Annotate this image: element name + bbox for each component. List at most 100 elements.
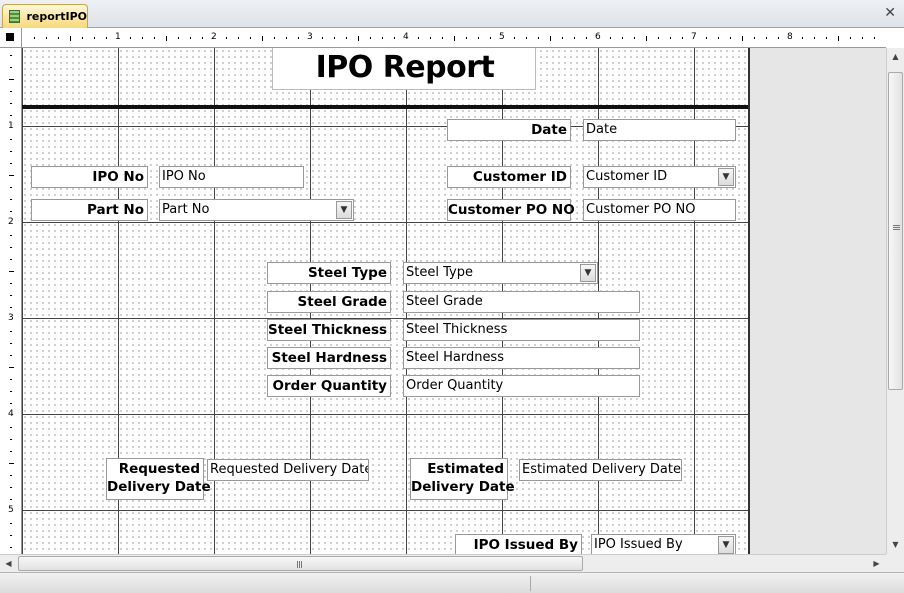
ruler-tick — [766, 37, 767, 39]
ruler-number: 4 — [8, 409, 14, 419]
steel-thickness-field[interactable]: Steel Thickness — [403, 319, 640, 341]
ipo-no-label[interactable]: IPO No — [31, 166, 148, 188]
ruler-tick — [58, 37, 59, 39]
part-no-combo[interactable]: Part No ▼ — [159, 199, 354, 221]
ruler-tick — [478, 37, 479, 39]
ruler-tick — [10, 439, 12, 440]
ruler-tick — [34, 37, 35, 39]
header-divider-line[interactable] — [22, 105, 748, 109]
ruler-tick — [10, 403, 12, 404]
ruler-tick — [658, 37, 659, 39]
scroll-left-icon[interactable]: ◀ — [0, 555, 17, 572]
chevron-down-icon[interactable]: ▼ — [336, 201, 352, 219]
ruler-tick — [238, 37, 239, 39]
ruler-tick — [562, 37, 563, 39]
ruler-tick — [322, 37, 323, 39]
date-field[interactable]: Date — [583, 119, 736, 141]
estimated-delivery-date-label[interactable]: Estimated Delivery Date — [410, 458, 515, 500]
estimated-delivery-date-field[interactable]: Estimated Delivery Date — [519, 459, 682, 481]
ruler-tick — [514, 37, 515, 39]
ruler-tick — [166, 35, 167, 41]
ruler-tick — [610, 37, 611, 39]
ruler-tick — [10, 199, 12, 200]
ruler-number: 5 — [8, 505, 14, 515]
ruler-tick — [574, 37, 575, 39]
report-selector[interactable] — [0, 28, 22, 48]
requested-label-line1: Requested — [118, 461, 200, 477]
chevron-down-icon[interactable]: ▼ — [580, 264, 596, 282]
requested-delivery-date-label[interactable]: Requested Delivery Date — [106, 458, 211, 500]
ruler-tick — [10, 151, 12, 152]
ruler-number: 2 — [8, 217, 14, 227]
customer-po-no-field[interactable]: Customer PO NO — [583, 199, 736, 221]
ruler-tick — [226, 37, 227, 39]
customer-id-combo[interactable]: Customer ID ▼ — [583, 166, 736, 188]
steel-hardness-label[interactable]: Steel Hardness — [267, 347, 391, 369]
requested-delivery-date-field[interactable]: Requested Delivery Date — [207, 459, 369, 481]
ruler-tick — [490, 37, 491, 39]
ruler-tick — [10, 211, 12, 212]
report-design-canvas[interactable]: IPO Report Date Date IPO No IPO No Custo… — [22, 48, 748, 554]
ruler-tick — [106, 37, 107, 39]
ruler-tick — [178, 37, 179, 39]
horizontal-scroll-thumb[interactable] — [18, 556, 583, 571]
steel-type-label[interactable]: Steel Type — [267, 262, 391, 284]
ruler-tick — [10, 139, 12, 140]
ruler-tick — [10, 307, 12, 308]
ruler-tick — [10, 91, 12, 92]
ruler-tick — [10, 355, 12, 356]
ruler-tick — [10, 115, 12, 116]
grid-line — [22, 510, 748, 511]
ipo-issued-by-label[interactable]: IPO Issued By — [455, 534, 582, 554]
steel-grade-field[interactable]: Steel Grade — [403, 291, 640, 313]
ruler-tick — [334, 37, 335, 39]
customer-id-label[interactable]: Customer ID — [447, 166, 571, 188]
scroll-up-icon[interactable]: ▲ — [887, 48, 904, 65]
horizontal-scrollbar[interactable]: ◀ ▶ — [0, 554, 886, 572]
scroll-down-icon[interactable]: ▼ — [887, 536, 904, 553]
ruler-tick — [8, 367, 14, 368]
ipo-no-field[interactable]: IPO No — [159, 166, 304, 188]
part-no-label[interactable]: Part No — [31, 199, 148, 221]
ruler-tick — [862, 37, 863, 39]
ruler-tick — [622, 37, 623, 39]
estimated-label-line2: Delivery Date — [411, 479, 515, 495]
steel-hardness-field[interactable]: Steel Hardness — [403, 347, 640, 369]
grid-line — [22, 414, 748, 415]
page-title: IPO Report — [315, 50, 495, 85]
ruler-tick — [10, 379, 12, 380]
steel-grade-label[interactable]: Steel Grade — [267, 291, 391, 313]
vertical-scrollbar[interactable]: ▲ ▼ — [886, 48, 904, 554]
ipo-issued-by-combo[interactable]: IPO Issued By ▼ — [591, 534, 736, 554]
ruler-tick — [250, 37, 251, 39]
ruler-tick — [634, 37, 635, 39]
date-label[interactable]: Date — [447, 119, 571, 141]
steel-type-combo[interactable]: Steel Type ▼ — [403, 262, 598, 284]
ruler-tick — [8, 79, 14, 80]
ruler-tick — [850, 37, 851, 39]
ruler-tick — [670, 37, 671, 39]
document-tab-strip: reportIPO ✕ — [0, 0, 904, 28]
requested-label-line2: Delivery Date — [107, 479, 211, 495]
scroll-right-icon[interactable]: ▶ — [868, 555, 885, 572]
ruler-tick — [202, 37, 203, 39]
report-outside-area — [748, 48, 886, 554]
chevron-down-icon[interactable]: ▼ — [718, 536, 734, 554]
ruler-tick — [10, 187, 12, 188]
ruler-tick — [154, 37, 155, 39]
title-label-box[interactable]: IPO Report — [272, 48, 536, 90]
steel-type-value: Steel Type — [406, 265, 473, 280]
ruler-tick — [706, 37, 707, 39]
steel-thickness-label[interactable]: Steel Thickness — [267, 319, 391, 341]
ruler-tick — [430, 37, 431, 39]
close-icon[interactable]: ✕ — [884, 5, 896, 21]
ruler-tick — [394, 37, 395, 39]
ruler-number: 7 — [691, 32, 697, 42]
tab-reportipo[interactable]: reportIPO — [2, 4, 88, 28]
order-quantity-label[interactable]: Order Quantity — [267, 375, 391, 397]
customer-po-no-label[interactable]: Customer PO NO — [447, 199, 575, 221]
order-quantity-field[interactable]: Order Quantity — [403, 375, 640, 397]
ruler-tick — [454, 35, 455, 41]
chevron-down-icon[interactable]: ▼ — [718, 168, 734, 186]
vertical-scroll-thumb[interactable] — [888, 72, 903, 390]
